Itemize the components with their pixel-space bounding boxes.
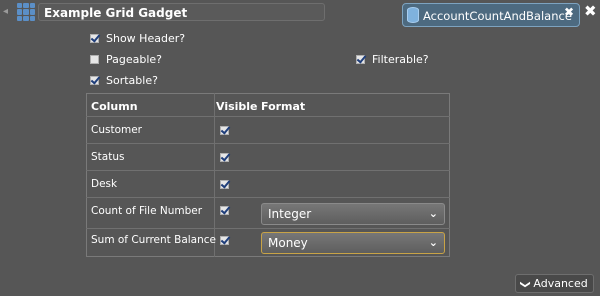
datasource-tab[interactable]: AccountCountAndBalance ✖ [402,3,580,27]
format-select-count[interactable]: Integer ⌄ [261,203,445,225]
pageable-label: Pageable? [106,53,163,66]
grid-icon [17,3,35,21]
format-select-value: Money [268,236,308,250]
pageable-checkbox[interactable] [90,55,99,64]
table-row-column-name: Count of File Number [91,205,203,217]
table-divider [214,93,215,257]
table-row-column-name: Status [91,151,125,163]
visible-header: Visible [216,100,258,113]
gadget-title-input[interactable]: Example Grid Gadget [38,3,325,21]
chevron-down-icon: ❯ [519,280,531,289]
sortable-checkbox[interactable] [90,76,99,85]
row-divider [86,197,450,198]
advanced-label: Advanced [533,277,588,290]
close-gadget-icon[interactable]: ✖ [584,2,597,20]
sortable-label: Sortable? [106,74,158,87]
table-row-column-name: Desk [91,178,118,190]
database-icon [407,7,419,23]
visible-checkbox[interactable] [220,206,229,215]
datasource-label: AccountCountAndBalance [423,9,572,23]
show-header-label: Show Header? [106,32,186,45]
format-select-value: Integer [268,207,312,221]
remove-datasource-icon[interactable]: ✖ [564,5,574,19]
collapse-icon[interactable]: ◂ [3,6,8,17]
row-divider [86,228,450,229]
show-header-checkbox[interactable] [90,34,99,43]
filterable-label: Filterable? [372,53,429,66]
column-header: Column [91,100,138,113]
chevron-down-icon: ⌄ [428,236,438,249]
chevron-down-icon: ⌄ [428,207,438,220]
row-divider [86,143,450,144]
visible-checkbox[interactable] [220,236,229,245]
format-select-balance[interactable]: Money ⌄ [261,232,445,254]
visible-checkbox[interactable] [220,180,229,189]
filterable-checkbox[interactable] [356,55,365,64]
format-header: Format [261,100,306,113]
table-row-column-name: Sum of Current Balance [91,234,216,246]
table-row-column-name: Customer [91,124,143,136]
row-divider [86,116,450,117]
visible-checkbox[interactable] [220,153,229,162]
row-divider [86,170,450,171]
visible-checkbox[interactable] [220,126,229,135]
advanced-button[interactable]: ❯ Advanced [515,274,594,293]
